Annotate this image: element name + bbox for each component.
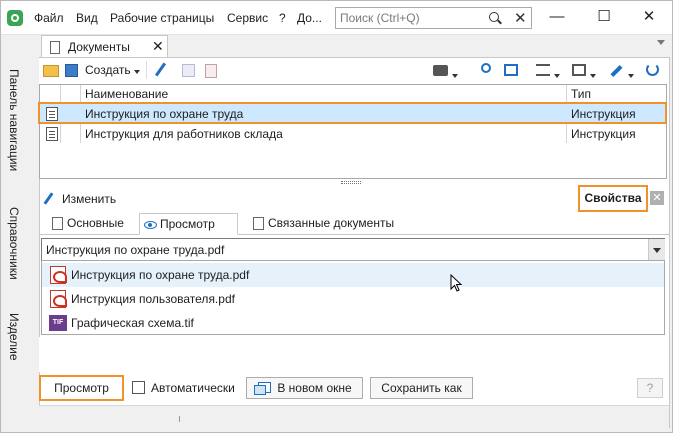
file-select[interactable]: Инструкция по охране труда.pdf [41,238,665,261]
close-button[interactable]: ✕ [626,1,672,34]
mouse-cursor-icon [450,274,463,292]
tab-related-label: Связанные документы [268,216,395,230]
file-dropdown-list: Инструкция по охране труда.pdf Инструкци… [41,260,665,335]
document-icon [52,217,63,230]
title-bar: Файл Вид Рабочие страницы Сервис ? До...… [1,1,672,35]
tab-list-arrow-icon[interactable] [657,40,665,45]
list-view-icon[interactable] [536,64,550,76]
eye-icon [144,221,157,229]
refresh-icon[interactable] [646,63,659,76]
toolbar: Создать [39,58,669,84]
properties-tabs: Основные Просмотр Связанные документы [39,213,669,235]
menu-workpages[interactable]: Рабочие страницы [110,11,214,25]
columns-dropdown-icon[interactable] [590,67,596,81]
tab-documents[interactable]: Документы ✕ [41,35,168,58]
menu-file[interactable]: Файл [34,11,64,25]
document-icon [50,41,60,54]
app-window: Файл Вид Рабочие страницы Сервис ? До...… [0,0,673,433]
sidebar-tab-navigation[interactable]: Панель навигации [7,69,21,171]
panel-splitter[interactable] [341,181,361,184]
properties-button[interactable]: Свойства [578,185,648,212]
tab-general[interactable]: Основные [47,213,137,235]
documents-table: Наименование Тип Инструкция по охране тр… [39,84,667,179]
open-folder-icon[interactable] [43,65,59,77]
table-row[interactable]: Инструкция по охране труда Инструкция [40,104,666,124]
sidebar-tab-references[interactable]: Справочники [7,207,21,280]
find-icon[interactable] [481,63,491,73]
preview-area [39,337,669,372]
new-window-icon [254,382,271,395]
preview-panel-icon[interactable] [504,64,518,76]
status-bar [39,405,669,429]
list-item[interactable]: Инструкция по охране труда.pdf [42,263,664,287]
edit-pencil-icon[interactable] [154,62,167,77]
new-window-label: В новом окне [277,381,352,395]
clear-search-icon[interactable]: ✕ [514,9,527,27]
new-window-button[interactable]: В новом окне [246,377,363,399]
tab-documents-label: Документы [68,40,130,54]
menu-help[interactable]: ? [279,11,286,25]
print-dropdown-icon[interactable] [452,67,458,81]
row-name: Инструкция по охране труда [85,107,244,121]
search-input[interactable]: Поиск (Ctrl+Q) ✕ [335,7,532,29]
auto-checkbox-label[interactable]: Автоматически [151,381,235,395]
maximize-button[interactable]: ☐ [581,1,627,34]
tif-icon: TIF [49,315,67,331]
create-button[interactable]: Создать [85,63,140,77]
list-item[interactable]: Инструкция пользователя.pdf [42,287,664,311]
search-placeholder: Поиск (Ctrl+Q) [340,11,420,25]
document-icon [46,107,58,121]
file-name: Графическая схема.tif [71,316,194,330]
menu-more[interactable]: До... [297,11,322,25]
properties-header: Изменить [39,187,669,211]
row-type: Инструкция [571,107,636,121]
close-tab-icon[interactable]: ✕ [152,38,164,55]
search-icon[interactable] [489,12,499,22]
list-item[interactable]: TIF Графическая схема.tif [42,311,664,335]
file-name: Инструкция пользователя.pdf [71,292,235,306]
pdf-icon [50,290,67,308]
list-view-dropdown-icon[interactable] [554,67,560,81]
menu-view[interactable]: Вид [76,11,98,25]
save-disk-icon[interactable] [182,64,195,77]
pdf-icon [50,266,67,284]
minimize-button[interactable]: — [534,1,580,34]
save-as-button[interactable]: Сохранить как [370,377,473,399]
create-button-label: Создать [85,63,131,77]
create-object-icon[interactable] [65,64,78,77]
menu-service[interactable]: Сервис [227,11,268,25]
row-type: Инструкция [571,127,636,141]
edit-icon[interactable] [43,192,54,205]
row-name: Инструкция для работников склада [85,127,283,141]
edit-label[interactable]: Изменить [62,192,116,206]
tab-preview[interactable]: Просмотр [139,213,238,235]
file-select-value: Инструкция по охране труда.pdf [46,243,225,257]
tab-general-label: Основные [67,216,124,230]
column-type-header[interactable]: Тип [571,87,591,101]
tab-preview-label: Просмотр [160,217,215,231]
sidebar-tab-product[interactable]: Изделие [7,313,21,361]
document-icon [46,127,58,141]
table-row[interactable]: Инструкция для работников склада Инструк… [40,124,666,144]
tab-related-documents[interactable]: Связанные документы [248,213,408,235]
close-properties-icon[interactable]: ✕ [650,191,664,205]
file-name: Инструкция по охране труда.pdf [71,268,250,282]
related-documents-icon [253,217,264,230]
print-icon[interactable] [433,65,448,76]
column-name-header[interactable]: Наименование [85,87,168,101]
status-bar-divider [179,416,180,422]
table-header: Наименование Тип [40,85,666,103]
vertical-sidebar: Панель навигации Справочники Изделие [1,35,35,432]
delete-icon[interactable] [205,64,217,78]
wrench-icon[interactable] [610,64,623,78]
columns-icon[interactable] [572,64,586,76]
help-button[interactable]: ? [637,378,663,398]
preview-button[interactable]: Просмотр [39,375,124,401]
app-logo-icon [7,10,23,26]
toolbar-separator [146,61,147,79]
chevron-down-icon[interactable] [648,239,665,260]
wrench-dropdown-icon[interactable] [628,67,634,81]
auto-checkbox[interactable] [132,381,145,394]
